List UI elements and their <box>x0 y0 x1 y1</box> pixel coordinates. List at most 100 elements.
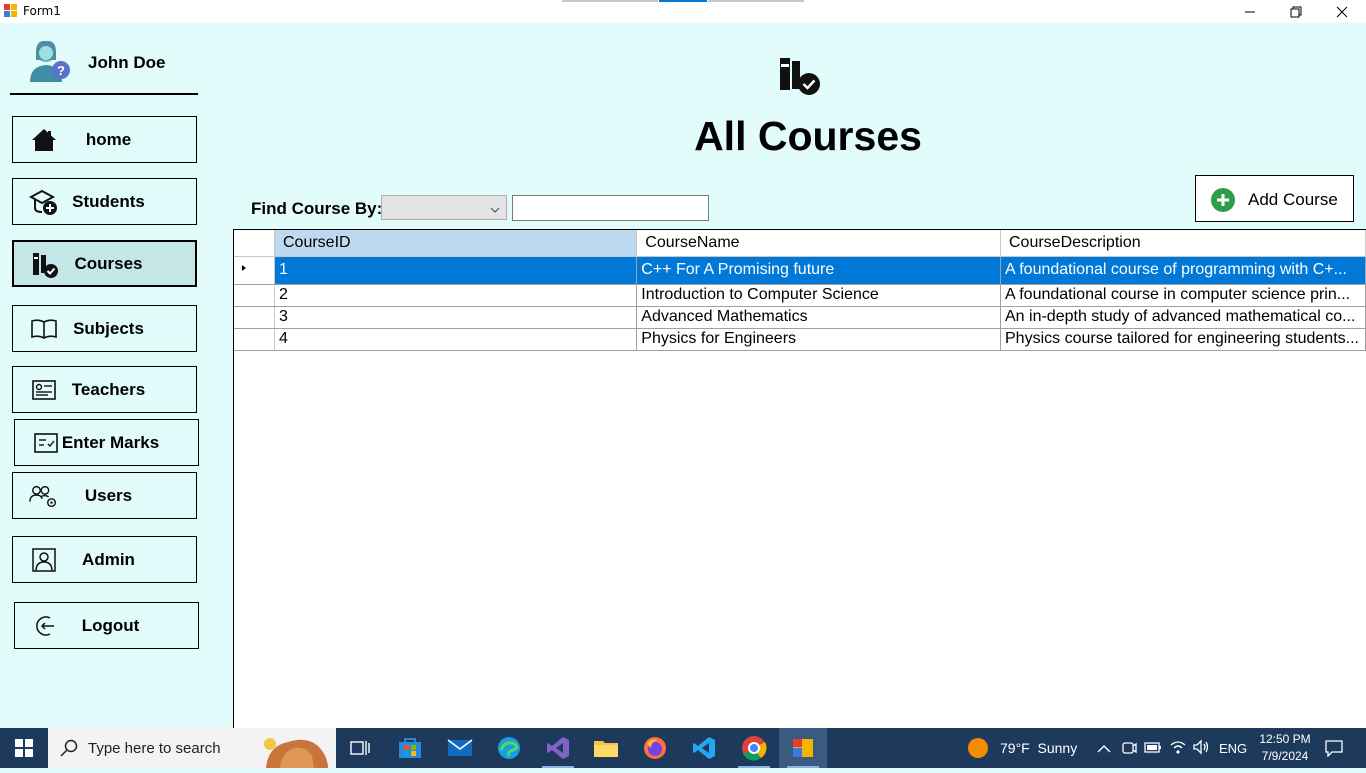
cell-course-description[interactable]: A foundational course in computer scienc… <box>1000 284 1366 307</box>
row-pointer-icon <box>242 264 246 271</box>
column-header-course-name[interactable]: CourseName <box>636 230 1001 257</box>
row-selector[interactable] <box>234 256 275 285</box>
nav-students-label: Students <box>72 191 145 211</box>
nav-enter-marks-button[interactable]: Enter Marks <box>14 419 199 466</box>
user-profile: ? John Doe <box>10 35 198 95</box>
courses-header-icon <box>777 55 823 97</box>
table-row[interactable]: 2 Introduction to Computer Science A fou… <box>234 284 1366 307</box>
title-hint-left <box>562 0 658 2</box>
notification-icon[interactable] <box>1324 739 1344 762</box>
row-selector[interactable] <box>234 306 275 329</box>
vscode-button[interactable] <box>680 728 728 768</box>
nav-home-button[interactable]: home <box>12 116 197 163</box>
visual-studio-button[interactable] <box>534 728 582 768</box>
row-selector[interactable] <box>234 284 275 307</box>
mail-icon <box>447 739 473 756</box>
search-input[interactable] <box>512 195 709 221</box>
chrome-button[interactable] <box>730 728 778 768</box>
cell-course-name[interactable]: Advanced Mathematics <box>636 306 1001 329</box>
vscode-icon <box>693 737 715 759</box>
meet-now-icon[interactable] <box>1121 739 1137 762</box>
edge-button[interactable] <box>485 728 533 768</box>
chrome-icon <box>742 736 767 761</box>
chevron-up-icon[interactable] <box>1097 741 1111 759</box>
column-header-course-description[interactable]: CourseDescription <box>1000 230 1366 257</box>
title-hint-right <box>708 0 804 2</box>
form1-app-button[interactable] <box>779 728 827 768</box>
app-icon <box>4 4 18 18</box>
column-header-course-id[interactable]: CourseID <box>274 230 638 257</box>
firefox-icon <box>644 737 666 759</box>
cell-course-id[interactable]: 4 <box>274 328 638 351</box>
taskbar-search[interactable]: Type here to search <box>48 728 336 768</box>
cell-course-name[interactable]: Introduction to Computer Science <box>636 284 1001 307</box>
nav-logout-button[interactable]: Logout <box>14 602 199 649</box>
cell-course-description[interactable]: An in-depth study of advanced mathematic… <box>1000 306 1366 329</box>
nav-students-button[interactable]: Students <box>12 178 197 225</box>
cell-course-description[interactable]: A foundational course of programming wit… <box>1000 256 1366 285</box>
search-highlight-icon <box>258 732 334 773</box>
weather-widget[interactable]: 79°F Sunny <box>968 738 1077 758</box>
cell-course-id[interactable]: 3 <box>274 306 638 329</box>
close-button[interactable] <box>1319 0 1365 23</box>
table-row[interactable]: 4 Physics for Engineers Physics course t… <box>234 328 1366 351</box>
sun-icon <box>968 738 988 758</box>
taskbar: Type here to search 79°F Sunny ENG 12:50… <box>0 728 1366 768</box>
nav-subjects-button[interactable]: Subjects <box>12 305 197 352</box>
restore-button[interactable] <box>1273 0 1319 23</box>
user-avatar-icon: ? <box>26 38 72 82</box>
nav-users-label: Users <box>84 485 133 505</box>
add-course-label: Add Course <box>1248 190 1338 209</box>
nav-admin-button[interactable]: Admin <box>12 536 197 583</box>
edge-icon <box>498 737 520 759</box>
search-placeholder: Type here to search <box>88 740 221 757</box>
header-row: CourseID CourseName CourseDescription <box>234 230 1366 257</box>
cell-course-description[interactable]: Physics course tailored for engineering … <box>1000 328 1366 351</box>
battery-icon[interactable] <box>1144 740 1162 759</box>
courses-table: CourseID CourseName CourseDescription 1 … <box>234 230 1366 351</box>
main-panel: All Courses Find Course By: Add Course C… <box>233 23 1366 728</box>
nav-courses-button[interactable]: Courses <box>12 240 197 287</box>
row-selector[interactable] <box>234 328 275 351</box>
clock-date: 7/9/2024 <box>1261 749 1309 763</box>
row-header-corner <box>234 230 275 257</box>
volume-icon[interactable] <box>1192 739 1210 760</box>
nav-subjects-label: Subjects <box>73 318 144 338</box>
add-course-button[interactable]: Add Course <box>1195 175 1354 222</box>
clock[interactable]: 12:50 PM 7/9/2024 <box>1253 731 1317 765</box>
form1-app-icon <box>793 739 813 757</box>
nav-enter-marks-label: Enter Marks <box>61 432 160 452</box>
language-indicator[interactable]: ENG <box>1219 741 1247 756</box>
cell-course-id[interactable]: 1 <box>274 256 638 285</box>
task-view-icon <box>350 741 370 755</box>
table-row[interactable]: 3 Advanced Mathematics An in-depth study… <box>234 306 1366 329</box>
find-course-label: Find Course By: <box>251 199 383 218</box>
store-button[interactable] <box>386 728 434 768</box>
title-bar: Form1 <box>0 0 1366 23</box>
table-row[interactable]: 1 C++ For A Promising future A foundatio… <box>234 256 1366 285</box>
nav-users-button[interactable]: Users <box>12 472 197 519</box>
start-button[interactable] <box>0 728 48 768</box>
weather-text: 79°F Sunny <box>1000 740 1078 756</box>
svg-text:?: ? <box>57 63 65 78</box>
courses-grid[interactable]: CourseID CourseName CourseDescription 1 … <box>233 229 1366 728</box>
add-circle-icon <box>1211 188 1235 212</box>
store-icon <box>399 738 421 758</box>
network-icon[interactable] <box>1169 739 1187 760</box>
nav-courses-label: Courses <box>74 253 143 273</box>
file-explorer-button[interactable] <box>582 728 630 768</box>
visual-studio-icon <box>547 737 569 759</box>
mail-button[interactable] <box>436 728 484 768</box>
minimize-button[interactable] <box>1227 0 1273 23</box>
task-view-button[interactable] <box>336 728 384 768</box>
nav-teachers-button[interactable]: Teachers <box>12 366 197 413</box>
cell-course-name[interactable]: C++ For A Promising future <box>636 256 1001 285</box>
folder-icon <box>594 741 618 757</box>
firefox-button[interactable] <box>631 728 679 768</box>
nav-admin-label: Admin <box>82 549 135 569</box>
nav-logout-label: Logout <box>81 615 140 635</box>
cell-course-id[interactable]: 2 <box>274 284 638 307</box>
cell-course-name[interactable]: Physics for Engineers <box>636 328 1001 351</box>
nav-home-label: home <box>85 129 132 149</box>
find-by-select[interactable] <box>381 195 507 220</box>
